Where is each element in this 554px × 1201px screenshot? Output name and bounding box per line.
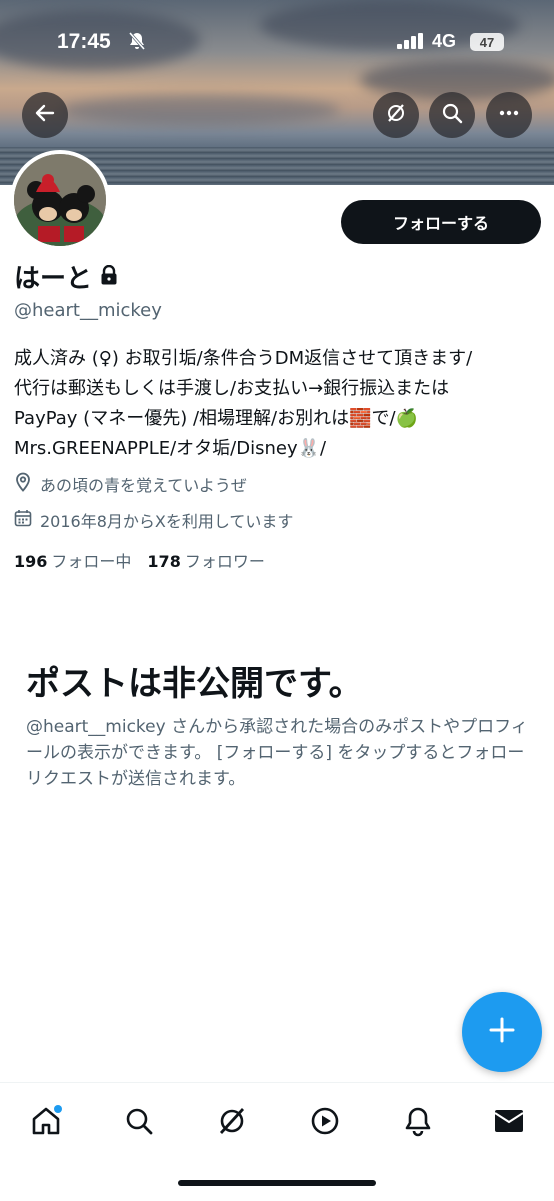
grok-button[interactable] xyxy=(373,92,419,138)
more-icon xyxy=(498,102,520,128)
video-icon xyxy=(309,1105,341,1141)
follow-counts: 196 フォロー中 178 フォロワー xyxy=(14,548,265,572)
home-icon xyxy=(30,1105,62,1141)
tab-search[interactable] xyxy=(119,1103,159,1143)
location-pin-icon xyxy=(14,472,32,496)
joined-text: 2016年8月からXを利用しています xyxy=(40,512,294,531)
followers-label: フォロワー xyxy=(184,552,265,571)
plus-icon xyxy=(488,1016,516,1048)
bio-line: 代行は郵送もしくは手渡し/お支払い→銀行振込または xyxy=(14,378,450,399)
avatar[interactable] xyxy=(10,150,110,250)
search-icon xyxy=(441,102,463,128)
profile-location: あの頃の青を覚えていようぜ xyxy=(14,472,247,496)
network-label: 4G xyxy=(432,31,457,51)
following-label: フォロー中 xyxy=(51,552,132,571)
profile-bio: 成人済み (♀) お取引垢/条件合うDM返信させて頂きます/ 代行は郵送もしくは… xyxy=(14,344,544,464)
calendar-icon xyxy=(14,509,32,531)
follow-button[interactable]: フォローする xyxy=(341,200,541,244)
back-button[interactable] xyxy=(22,92,68,138)
bio-line: Mrs.GREENAPPLE/オタ垢/Disney🐰/ xyxy=(14,438,327,459)
status-time: 17:45 xyxy=(57,30,111,53)
lock-icon xyxy=(100,262,118,292)
location-text: あの頃の青を覚えていようぜ xyxy=(40,476,247,495)
home-indicator xyxy=(178,1180,376,1186)
tab-notifications[interactable] xyxy=(398,1103,438,1143)
private-posts-description: @heart__mickey さんから承認された場合のみポストやプロフィールの表… xyxy=(26,717,528,789)
profile-handle: @heart__mickey xyxy=(14,300,162,321)
followers-link[interactable]: 178 フォロワー xyxy=(147,548,264,572)
bio-line: PayPay (マネー優先) /相場理解/お別れは🧱で/🍏 xyxy=(14,408,418,429)
display-name: はーと xyxy=(14,264,93,294)
tab-video[interactable] xyxy=(305,1103,345,1143)
profile-joined: 2016年8月からXを利用しています xyxy=(14,508,293,532)
following-count: 196 xyxy=(14,552,48,571)
profile-name-row: はーと xyxy=(14,258,118,295)
compose-button[interactable] xyxy=(462,992,542,1072)
signal-icon xyxy=(397,33,425,53)
bell-icon xyxy=(403,1105,433,1141)
followers-count: 178 xyxy=(147,552,181,571)
tab-grok[interactable] xyxy=(212,1103,252,1143)
tab-home[interactable] xyxy=(26,1103,66,1143)
grok-icon xyxy=(385,102,407,128)
tab-messages[interactable] xyxy=(489,1103,529,1143)
search-icon xyxy=(124,1106,154,1140)
more-button[interactable] xyxy=(486,92,532,138)
mail-icon xyxy=(493,1107,525,1139)
following-link[interactable]: 196 フォロー中 xyxy=(14,548,131,572)
silent-bell-icon xyxy=(127,31,147,55)
search-button[interactable] xyxy=(429,92,475,138)
private-posts-title: ポストは非公開です。 xyxy=(26,664,363,704)
bio-line: 成人済み (♀) お取引垢/条件合うDM返信させて頂きます/ xyxy=(14,348,473,369)
grok-icon xyxy=(216,1105,248,1141)
battery-indicator: 47 xyxy=(470,33,504,51)
back-arrow-icon xyxy=(34,102,56,128)
